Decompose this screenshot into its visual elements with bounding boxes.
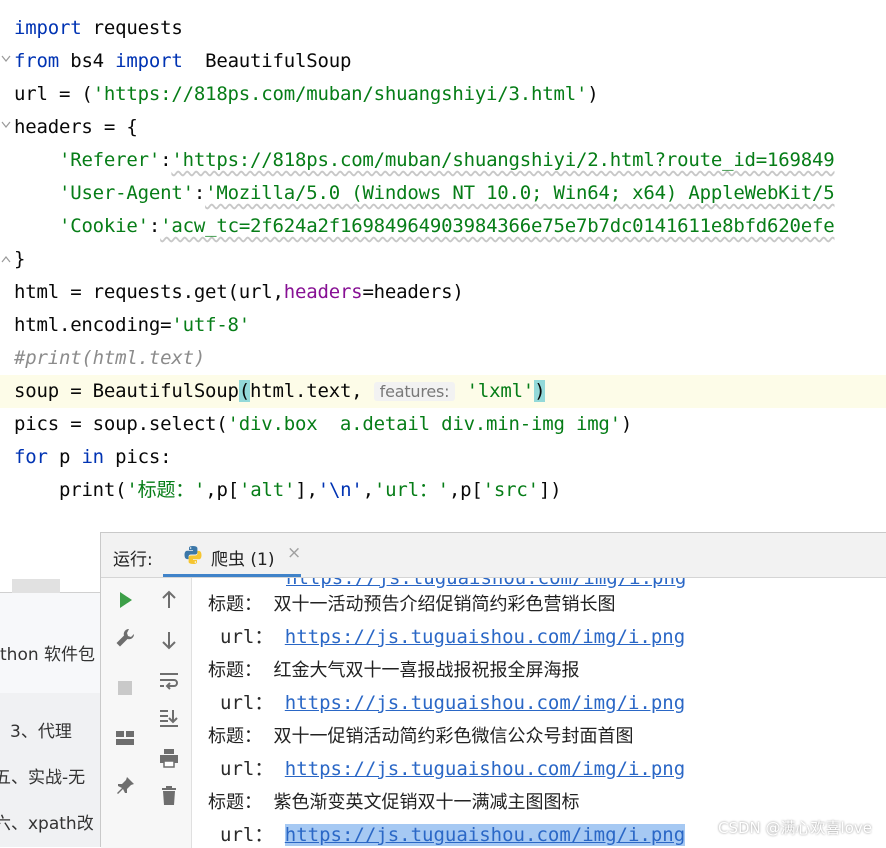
- url-link[interactable]: https://js.tuguaishou.com/img/i.png: [285, 692, 685, 714]
- horizontal-scrollbar[interactable]: [12, 579, 60, 593]
- layout-icon[interactable]: [113, 726, 137, 750]
- run-label: 运行:: [113, 550, 153, 570]
- console-title-line: 标题： 紫色渐变英文促销双十一满减主图图标: [208, 792, 580, 813]
- code-line[interactable]: html.encoding='utf-8': [14, 309, 250, 342]
- soft-wrap-icon[interactable]: [157, 668, 181, 692]
- console-title-line: 标题： 双十一促销活动简约彩色微信公众号封面首图: [208, 726, 634, 747]
- run-panel: 运行: 爬虫 (1) × https://js.tuguaishou.com/i…: [100, 532, 886, 848]
- console-url-line: url： https://js.tuguaishou.com/img/i.png: [220, 824, 686, 846]
- watermark: CSDN @满心欢喜love: [718, 819, 872, 837]
- console-url-line: url： https://js.tuguaishou.com/img/i.png: [220, 758, 686, 780]
- arrow-up-icon[interactable]: [157, 588, 181, 612]
- url-link[interactable]: https://js.tuguaishou.com/img/i.png: [285, 626, 685, 648]
- tab-active-indicator: [163, 574, 301, 577]
- wrench-icon[interactable]: [113, 626, 137, 650]
- code-line[interactable]: }: [14, 243, 25, 276]
- outline-item[interactable]: 3、代理: [10, 717, 72, 742]
- python-icon: [184, 546, 202, 564]
- package-label: thon 软件包: [0, 645, 96, 665]
- code-line-current[interactable]: soup = BeautifulSoup(html.text, features…: [0, 375, 886, 408]
- console-title-line: 标题： 红金大气双十一喜报战报祝报全屏海报: [208, 660, 580, 681]
- outline-item[interactable]: 五、实战-无: [0, 763, 85, 788]
- run-tab-label: 爬虫 (1): [211, 550, 275, 570]
- rerun-icon[interactable]: [113, 588, 137, 612]
- fold-marker-icon: [1, 256, 11, 263]
- run-panel-header: 运行: 爬虫 (1) ×: [101, 533, 886, 578]
- url-link-selected[interactable]: https://js.tuguaishou.com/img/i.png: [284, 824, 686, 846]
- code-line[interactable]: #print(html.text): [14, 342, 205, 375]
- scroll-to-end-icon[interactable]: [157, 706, 181, 730]
- fold-marker-icon: [1, 121, 11, 128]
- outline-list: 3、代理 五、实战-无 六、xpath改: [0, 693, 100, 847]
- print-icon[interactable]: [157, 746, 181, 770]
- console-title-line: 标题： 双十一活动预告介绍促销简约彩色营销长图: [208, 594, 616, 615]
- outline-item[interactable]: 六、xpath改: [0, 809, 94, 834]
- pin-icon[interactable]: [113, 774, 137, 798]
- code-line[interactable]: from bs4 import BeautifulSoup: [14, 45, 351, 78]
- code-line[interactable]: 'Cookie':'acw_tc=2f624a2f169849649039843…: [14, 210, 835, 243]
- trash-icon[interactable]: [157, 784, 181, 808]
- url-link[interactable]: https://js.tuguaishou.com/img/i.png: [285, 758, 685, 780]
- code-line[interactable]: url = ('https://818ps.com/muban/shuangsh…: [14, 78, 599, 111]
- fold-marker-icon: [1, 55, 11, 62]
- parameter-hint: features:: [373, 382, 456, 401]
- code-line[interactable]: 'Referer':'https://818ps.com/muban/shuan…: [14, 144, 835, 177]
- background-window-fragment: thon 软件包 3、代理 五、实战-无 六、xpath改: [0, 579, 100, 847]
- arrow-down-icon[interactable]: [157, 628, 181, 652]
- run-toolbar-secondary: [147, 578, 192, 848]
- code-line[interactable]: html = requests.get(url,headers=headers): [14, 276, 464, 309]
- stop-icon[interactable]: [113, 676, 137, 700]
- console-url-line: url： https://js.tuguaishou.com/img/i.png: [220, 626, 686, 648]
- console-url-line: url： https://js.tuguaishou.com/img/i.png: [220, 692, 686, 714]
- code-line[interactable]: headers = {: [14, 111, 138, 144]
- code-line[interactable]: print('标题：',p['alt'],'\n','url：',p['src'…: [14, 474, 562, 507]
- code-line[interactable]: for p in pics:: [14, 441, 172, 474]
- code-line[interactable]: import requests: [14, 12, 183, 45]
- code-line[interactable]: 'User-Agent':'Mozilla/5.0 (Windows NT 10…: [14, 177, 835, 210]
- console-output[interactable]: https://js.tuguaishou.com/img/i.png 标题： …: [192, 578, 886, 848]
- run-tab[interactable]: 爬虫 (1) ×: [163, 533, 301, 577]
- run-toolbar-primary: [101, 578, 148, 848]
- close-icon[interactable]: ×: [287, 543, 301, 563]
- code-line[interactable]: pics = soup.select('div.box a.detail div…: [14, 408, 632, 441]
